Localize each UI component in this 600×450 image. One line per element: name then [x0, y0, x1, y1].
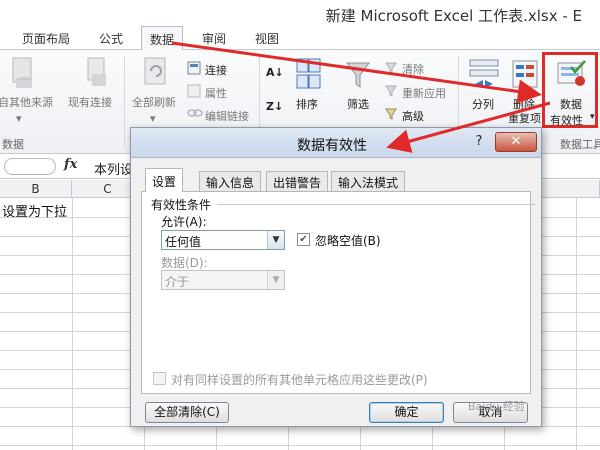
column-header-b[interactable]: B [0, 180, 72, 198]
chevron-down-icon[interactable]: ▼ [267, 231, 284, 249]
filter-button[interactable]: 筛选 [347, 96, 369, 112]
ignore-blank-label: 忽略空值(B) [315, 234, 381, 248]
other-sources-button[interactable]: 自其他来源 [0, 94, 53, 110]
tab-input-message[interactable]: 输入信息 [199, 171, 262, 191]
close-button[interactable]: ✕ [495, 132, 537, 152]
tab-view[interactable]: 视图 [255, 30, 279, 47]
allow-label: 允许(A): [161, 215, 207, 229]
other-sources-icon [12, 57, 32, 88]
sort-descending-icon[interactable]: Z↓ [266, 100, 283, 113]
edit-links-button[interactable]: 编辑链接 [205, 108, 249, 124]
data-validation-highlight [542, 52, 598, 128]
ribbon-separator [124, 56, 125, 148]
data-select[interactable]: 介于 ▼ [161, 270, 285, 290]
connections-icon [187, 61, 201, 75]
apply-all-label: 对有同样设置的所有其他单元格应用这些更改(P) [171, 373, 428, 387]
ok-button[interactable]: 确定 [369, 402, 444, 423]
properties-button[interactable]: 属性 [205, 85, 227, 101]
formula-input[interactable]: 本列设 [94, 159, 133, 178]
text-to-columns-icon [469, 59, 499, 88]
allow-select-value: 任何值 [165, 235, 202, 249]
dialog-title: 数据有效性 [297, 138, 367, 154]
section-divider [217, 204, 535, 205]
reapply-button[interactable]: 重新应用 [402, 85, 446, 101]
group-get-external-label: 数据 [2, 138, 24, 151]
allow-select[interactable]: 任何值 ▼ [161, 230, 285, 250]
data-label: 数据(D): [161, 256, 208, 270]
clear-icon [385, 62, 397, 74]
apply-all-checkbox[interactable] [153, 372, 166, 385]
tab-review[interactable]: 审阅 [202, 30, 226, 47]
chevron-down-icon[interactable]: ▼ [267, 271, 284, 289]
refresh-all-arrow-icon: ▾ [150, 112, 156, 125]
sort-icon [296, 58, 321, 89]
clear-button[interactable]: 清除 [402, 61, 424, 77]
advanced-filter-button[interactable]: 高级 [402, 108, 424, 124]
watermark: Baidu 经验 [468, 400, 525, 413]
fx-icon[interactable]: fx [64, 157, 77, 172]
tab-ime-mode[interactable]: 输入法模式 [331, 171, 406, 191]
sort-button[interactable]: 排序 [296, 96, 318, 112]
grid-col-line [576, 198, 577, 450]
edit-links-icon [187, 109, 203, 117]
tab-page-layout[interactable]: 页面布局 [22, 30, 70, 47]
clear-all-button[interactable]: 全部清除(C) [145, 402, 229, 423]
window-title: 新建 Microsoft Excel 工作表.xlsx - E [325, 7, 582, 25]
existing-connections-icon [87, 57, 106, 86]
reapply-icon [385, 85, 397, 97]
other-sources-arrow-icon: ▾ [16, 112, 22, 125]
ignore-blank-checkbox[interactable]: ✔ [297, 233, 310, 246]
data-select-value: 介于 [165, 275, 190, 289]
properties-icon [187, 84, 201, 98]
tab-data[interactable]: 数据 [141, 26, 184, 51]
group-data-tools-label: 数据工具 [560, 138, 600, 151]
sort-ascending-icon[interactable]: A↓ [266, 66, 284, 79]
ribbon-tabs: 页面布局 公式 数据 审阅 视图 [0, 26, 600, 51]
grid-col-line [72, 198, 73, 450]
data-validation-dialog: 数据有效性 ? ✕ 设置 输入信息 出错警告 输入法模式 有效性条件 允许(A)… [130, 127, 542, 427]
remove-duplicates-icon [512, 60, 538, 88]
tab-error-alert[interactable]: 出错警告 [266, 171, 329, 191]
grid-row-line [0, 445, 600, 446]
advanced-filter-icon [385, 108, 397, 120]
filter-icon [346, 62, 370, 88]
tab-formulas[interactable]: 公式 [99, 30, 123, 47]
title-bar: 新建 Microsoft Excel 工作表.xlsx - E [0, 0, 600, 26]
existing-connections-button[interactable]: 现有连接 [68, 94, 112, 110]
tab-settings[interactable]: 设置 [145, 168, 184, 192]
dialog-title-bar[interactable]: 数据有效性 ? ✕ [131, 128, 541, 158]
validation-criteria-label: 有效性条件 [151, 198, 212, 212]
help-icon[interactable]: ? [471, 134, 487, 152]
cell-b1[interactable]: 设置为下拉 [2, 201, 67, 220]
text-to-columns-button[interactable]: 分列 [472, 96, 494, 112]
remove-duplicates-label-2: 重复项 [508, 112, 541, 125]
refresh-all-icon [144, 57, 166, 85]
refresh-all-button[interactable]: 全部刷新 [132, 94, 176, 110]
connections-button[interactable]: 连接 [205, 62, 227, 78]
name-box[interactable] [4, 158, 56, 175]
